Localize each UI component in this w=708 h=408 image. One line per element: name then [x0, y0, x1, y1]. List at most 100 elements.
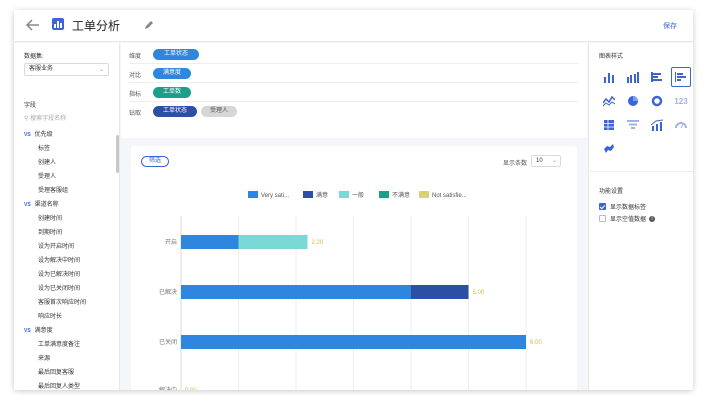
drill-pill-assignee[interactable]: 受理人	[201, 106, 237, 117]
metric-pill[interactable]: 工单数	[153, 87, 191, 98]
category-label: 已解决	[159, 288, 177, 296]
column-chart-icon[interactable]	[599, 67, 619, 87]
bar-segment	[181, 235, 239, 249]
back-arrow-icon[interactable]	[24, 16, 42, 34]
pencil-icon[interactable]	[144, 20, 154, 30]
field-item[interactable]: 设为已关闭时间	[14, 282, 120, 296]
search-input[interactable]: 搜索字段名称	[30, 116, 66, 122]
sidebar-scrollbar[interactable]	[116, 135, 119, 173]
field-item[interactable]: 来源	[14, 352, 120, 366]
field-item[interactable]: 创建时间	[14, 212, 120, 226]
style-panel: 图表样式 123 功能设置 显示数据标签 显示空值数据 i	[588, 43, 693, 390]
dimension-pill[interactable]: 工单状态	[153, 49, 199, 60]
field-type-tag: VS	[24, 202, 31, 208]
dataset-value: 客服业务	[29, 66, 54, 72]
field-item[interactable]: 最后回复客服	[14, 366, 120, 380]
field-item-label: 受理人	[38, 174, 57, 180]
drill-label: 钻取	[129, 111, 142, 117]
field-type-tag: VS	[24, 328, 31, 334]
chart-card: 筛选 显示条数 10 ⌄ Very sati... 满意 一般 不满意 Not sati…	[131, 146, 577, 390]
metric-row: 指标 工单数	[129, 83, 579, 102]
horizontal-bar-icon[interactable]	[647, 67, 667, 87]
field-item[interactable]: 设为已解决时间	[14, 268, 120, 282]
gauge-icon[interactable]	[671, 115, 691, 135]
field-sidebar: 数据集: 客服业务 ⌄ 字段 ⚲ 搜索字段名称 VS 优先级标签创建人受理人受理客…	[14, 43, 120, 390]
compare-label: 对比	[129, 73, 142, 79]
number-card-icon[interactable]: 123	[671, 91, 691, 111]
stacked-bar-icon[interactable]	[671, 67, 691, 87]
field-list: VS 优先级 标签 创建人 受理人 受理客服组 VS 渠道名称 创建时间 到期时间 设为开启时间 设为…	[14, 128, 120, 390]
show-empty-checkbox[interactable]	[599, 215, 606, 222]
field-search[interactable]: ⚲ 搜索字段名称	[24, 113, 66, 122]
field-item-label: 创建时间	[38, 216, 63, 222]
field-item-label: 创建人	[38, 160, 57, 166]
category-label: 开启	[165, 238, 177, 246]
show-labels-checkbox[interactable]	[599, 203, 606, 210]
show-labels-option[interactable]: 显示数据标签	[599, 202, 646, 211]
panel-divider	[589, 171, 693, 172]
bar-segment	[181, 335, 526, 349]
field-item[interactable]: 最后回复人类型	[14, 380, 120, 390]
info-icon[interactable]: i	[649, 215, 656, 222]
config-panel: 维度 工单状态 对比 满意度 指标 工单数 钻取 工单状态 受理人	[121, 43, 587, 138]
legend-swatch	[419, 191, 429, 198]
fields-label: 字段	[24, 103, 37, 109]
dataset-select[interactable]: 客服业务 ⌄	[24, 63, 109, 76]
legend-label: 满意	[316, 191, 328, 199]
field-type-tag: VS	[24, 132, 31, 138]
chart-app-icon	[52, 18, 64, 30]
app-window: 工单分析 保存 数据集: 客服业务 ⌄ 字段 ⚲ 搜索字段名称 VS 优先级标签创…	[14, 10, 693, 390]
field-item[interactable]: 客服首次响应时间	[14, 296, 120, 310]
metric-label: 指标	[129, 92, 142, 98]
field-item[interactable]: 标签	[14, 142, 120, 156]
field-item[interactable]: 设为解决中时间	[14, 254, 120, 268]
field-item-label: 客服首次响应时间	[38, 300, 87, 306]
pie-chart-icon[interactable]	[623, 91, 643, 111]
field-item[interactable]: 设为开启时间	[14, 240, 120, 254]
field-item[interactable]: 受理人	[14, 170, 120, 184]
field-item-label: 设为解决中时间	[38, 258, 81, 264]
legend-swatch	[248, 191, 258, 198]
save-button[interactable]: 保存	[663, 21, 677, 31]
category-label: 解决中	[159, 386, 177, 390]
field-group-item[interactable]: VS 渠道名称	[14, 198, 120, 212]
field-item[interactable]: 创建人	[14, 156, 120, 170]
field-group-item[interactable]: VS 满意度	[14, 324, 120, 338]
field-item-label: 受理客服组	[38, 188, 69, 194]
field-item-label: 响应时长	[38, 314, 63, 320]
funnel-icon[interactable]	[623, 115, 643, 135]
show-empty-option[interactable]: 显示空值数据 i	[599, 214, 656, 223]
field-item[interactable]: 工单满意度备注	[14, 338, 120, 352]
legend-label: 一般	[352, 191, 364, 199]
data-label: 2.20	[312, 240, 324, 246]
data-label: 5.00	[473, 290, 485, 296]
table-icon[interactable]	[599, 115, 619, 135]
field-item-label: 最后回复客服	[38, 370, 75, 376]
legend-swatch	[339, 191, 349, 198]
compare-pill[interactable]: 满意度	[153, 68, 191, 79]
top-header: 工单分析 保存	[14, 10, 693, 42]
combo-chart-icon[interactable]	[647, 115, 667, 135]
page-title: 工单分析	[72, 19, 121, 33]
donut-chart-icon[interactable]	[647, 91, 667, 111]
dataset-label: 数据集:	[24, 54, 44, 60]
show-labels-text: 显示数据标签	[610, 205, 647, 211]
search-icon: ⚲	[24, 116, 29, 122]
bar-chart: Very sati... 满意 一般 不满意 Not satisfie... 开启 2.20…	[159, 191, 542, 390]
grouped-column-icon[interactable]	[623, 67, 643, 87]
bar-segment	[411, 285, 469, 299]
compare-row: 对比 满意度	[129, 64, 579, 83]
field-group-item[interactable]: VS 优先级	[14, 128, 120, 142]
field-item-label: 标签	[38, 146, 51, 152]
legend-swatch	[379, 191, 389, 198]
field-item[interactable]: 到期时间	[14, 226, 120, 240]
field-item-label: 工单满意度备注	[38, 342, 81, 348]
drill-row: 钻取 工单状态 受理人	[129, 102, 579, 121]
drill-pill-status[interactable]: 工单状态	[153, 106, 197, 117]
features-label: 功能设置	[599, 189, 624, 195]
field-item[interactable]: 响应时长	[14, 310, 120, 324]
line-chart-icon[interactable]	[599, 91, 619, 111]
field-item[interactable]: 受理客服组	[14, 184, 120, 198]
legend-label: Very sati...	[261, 193, 289, 199]
map-icon[interactable]	[599, 139, 619, 159]
